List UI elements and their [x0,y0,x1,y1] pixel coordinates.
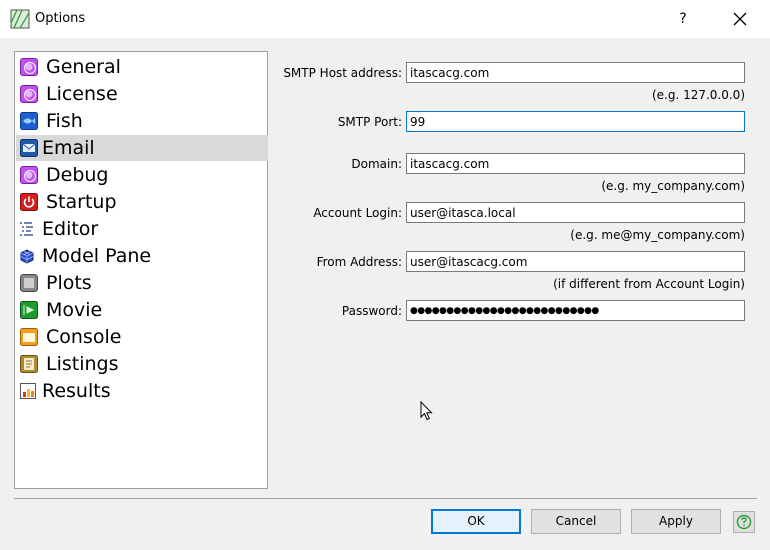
nav-item-results[interactable]: Results [16,378,268,404]
fish-icon [20,112,38,130]
listings-icon [20,355,38,373]
nav-item-label: General [46,56,121,78]
help-button[interactable] [733,511,755,533]
nav-item-label: Editor [42,218,99,240]
console-icon [20,328,38,346]
cube-icon [20,249,34,264]
password-label: Password: [341,304,402,318]
ok-button[interactable]: OK [431,509,521,534]
from-address-label: From Address: [316,255,402,269]
footer-separator [14,498,757,499]
nav-item-console[interactable]: Console [16,324,268,350]
smtp-port-label: SMTP Port: [337,115,402,129]
email-icon [20,139,38,157]
results-chart-icon [20,383,36,399]
nav-item-label: Plots [46,272,92,294]
nav-item-label: Console [46,326,122,348]
password-input[interactable] [406,300,745,321]
smtp-port-input[interactable] [406,111,745,132]
nav-item-plots[interactable]: Plots [16,270,268,296]
cancel-button[interactable]: Cancel [531,509,621,534]
app-icon [10,9,30,29]
power-icon [20,193,38,211]
nav-item-label: Results [42,380,111,402]
globe-icon [20,85,38,103]
nav-item-license[interactable]: License [16,81,268,107]
nav-item-label: Movie [46,299,103,321]
account-login-label: Account Login: [313,206,402,220]
nav-item-listings[interactable]: Listings [16,351,268,377]
from-address-input[interactable] [406,251,745,272]
nav-item-label: Model Pane [42,245,152,267]
apply-button[interactable]: Apply [631,509,721,534]
title-help-button[interactable]: ? [674,9,692,29]
close-icon[interactable] [728,7,752,31]
domain-input[interactable] [406,153,745,174]
smtp-host-input[interactable] [406,62,745,83]
plots-icon [20,274,38,292]
from-address-hint: (if different from Account Login) [553,277,745,291]
globe-icon [20,166,38,184]
nav-item-label: Debug [46,164,109,186]
window-title: Options [35,11,86,26]
nav-item-label: Startup [46,191,117,213]
domain-hint: (e.g. my_company.com) [601,179,745,193]
nav-item-label: Email [42,137,95,159]
globe-icon [20,58,38,76]
title-bar: Options ? [0,0,770,38]
editor-lines-icon [20,222,33,236]
smtp-host-hint: (e.g. 127.0.0.0) [651,88,745,102]
nav-item-label: License [46,83,118,105]
domain-label: Domain: [351,157,402,171]
movie-icon [20,301,38,319]
smtp-host-label: SMTP Host address: [283,66,402,80]
account-login-hint: (e.g. me@my_company.com) [570,228,745,242]
account-login-input[interactable] [406,202,745,223]
help-circle-icon [736,514,752,530]
nav-item-label: Listings [46,353,119,375]
nav-item-label: Fish [46,110,83,132]
mouse-cursor-icon [420,401,433,421]
